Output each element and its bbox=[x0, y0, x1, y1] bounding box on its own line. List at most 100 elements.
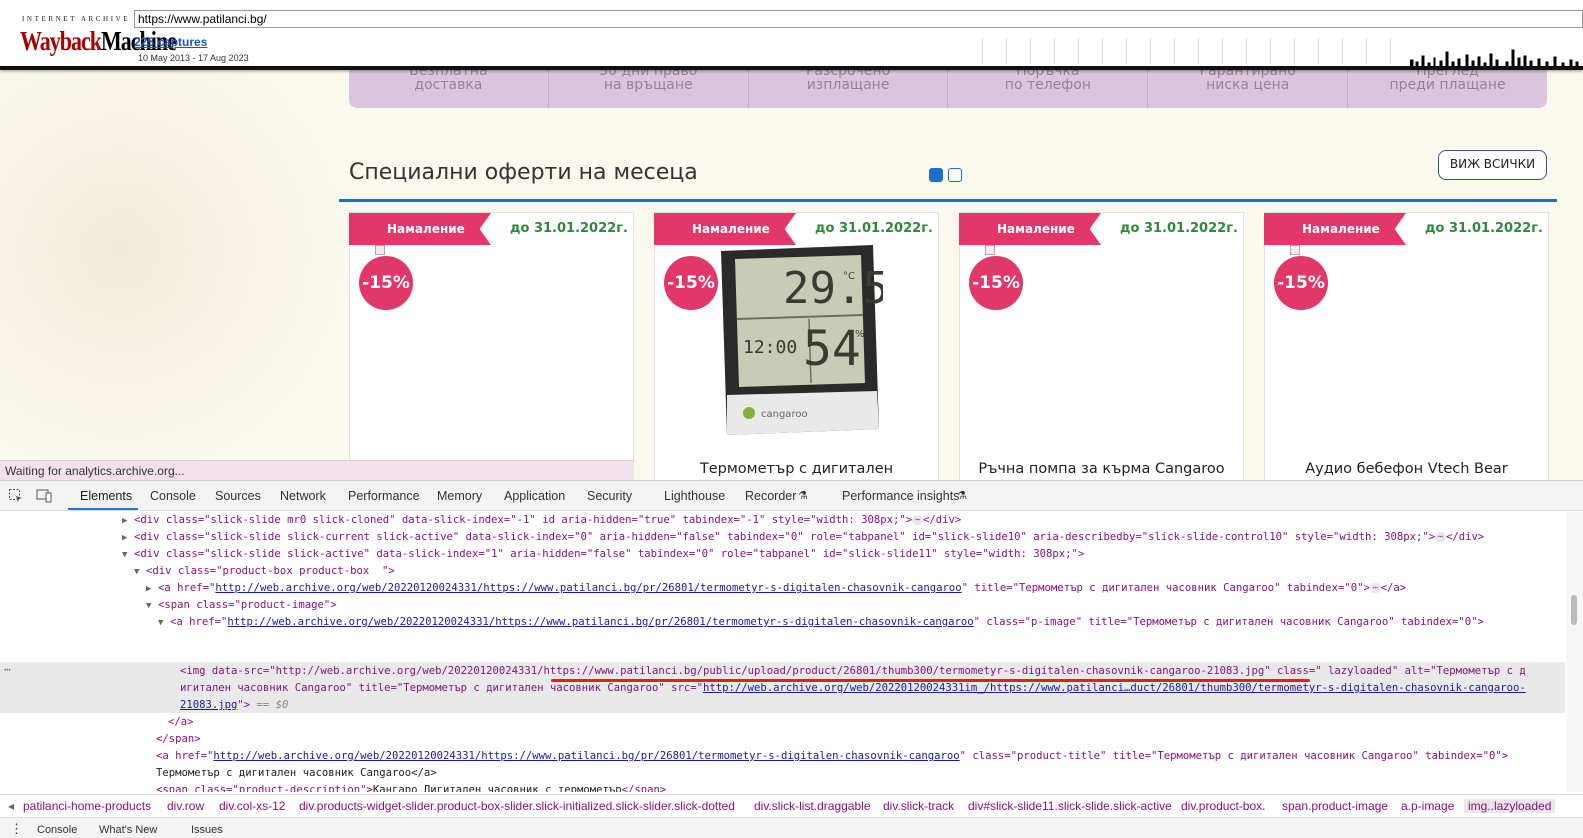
active-tab-indicator bbox=[68, 508, 138, 510]
dom-node[interactable]: ▶ <div class="slick-slide mr0 slick-clone… bbox=[122, 512, 961, 529]
tab-performance[interactable]: Performance bbox=[348, 489, 420, 503]
tab-elements[interactable]: Elements bbox=[80, 489, 132, 503]
drawer-tab-console[interactable]: Console bbox=[37, 824, 77, 836]
tab-memory[interactable]: Memory bbox=[437, 489, 482, 503]
dom-node-close[interactable]: </span> bbox=[156, 731, 201, 748]
thermometer-product-image[interactable]: 29.5 °C 12:00 54 % cangaroo bbox=[713, 245, 883, 437]
tab-sources[interactable]: Sources bbox=[215, 489, 261, 503]
svg-text:°C: °C bbox=[843, 271, 855, 282]
slider-dot-active[interactable] bbox=[929, 168, 943, 182]
dom-node[interactable]: ▶ <a href="http://web.archive.org/web/202… bbox=[146, 580, 1406, 597]
capture-timeline[interactable] bbox=[982, 38, 1402, 64]
expand-arrow-icon: ▶ bbox=[122, 516, 128, 526]
inspect-element-icon[interactable] bbox=[8, 488, 24, 504]
collapse-arrow-icon: ▼ bbox=[158, 618, 164, 628]
flask-icon: ⚗ bbox=[957, 490, 967, 502]
loading-status-bar: Waiting for analytics.archive.org... bbox=[0, 460, 634, 480]
sale-until-date: до 31.01.2022г. bbox=[1425, 221, 1543, 236]
devtools-panel: Elements Console Sources Network Perform… bbox=[0, 480, 1583, 838]
broken-image-icon bbox=[985, 245, 995, 255]
tab-network[interactable]: Network bbox=[280, 489, 326, 503]
dom-node[interactable]: ▶ <div class="slick-slide slick-current s… bbox=[122, 529, 1484, 546]
svg-text:54: 54 bbox=[803, 321, 861, 377]
slider-dot[interactable] bbox=[948, 168, 962, 182]
dom-node[interactable]: ▼ <a href="http://web.archive.org/web/202… bbox=[158, 614, 1484, 631]
discount-badge: -15% bbox=[969, 256, 1023, 310]
node-actions-icon[interactable]: ⋯ bbox=[4, 662, 11, 679]
svg-text:29.5: 29.5 bbox=[783, 263, 883, 314]
collapse-arrow-icon: ▼ bbox=[122, 550, 128, 560]
collapse-arrow-icon: ▼ bbox=[134, 567, 140, 577]
internet-archive-label: INTERNET ARCHIVE bbox=[22, 15, 131, 23]
svg-text:%: % bbox=[855, 329, 865, 340]
dom-node-close[interactable]: </a> bbox=[168, 714, 194, 731]
devtools-tabbar: Elements Console Sources Network Perform… bbox=[0, 481, 1583, 511]
title-divider bbox=[339, 199, 1557, 202]
tab-security[interactable]: Security bbox=[587, 489, 632, 503]
flask-icon: ⚗ bbox=[798, 490, 808, 502]
broken-image-icon bbox=[375, 245, 385, 255]
discount-badge: -15% bbox=[359, 256, 413, 310]
breadcrumb-item[interactable]: div.slick-track bbox=[883, 799, 954, 813]
breadcrumb-item[interactable]: patilanci-home-products bbox=[23, 799, 151, 813]
drawer-tab-issues[interactable]: Issues bbox=[191, 824, 223, 836]
product-card[interactable]: Намаление до 31.01.2022г. -15% bbox=[349, 212, 634, 480]
breadcrumb-item[interactable]: a.p-image bbox=[1401, 799, 1454, 813]
product-card[interactable]: Намаление до 31.01.2022г. 29.5 °C 12:00 … bbox=[654, 212, 939, 480]
tab-console[interactable]: Console bbox=[150, 489, 196, 503]
captures-link[interactable]: 225 captures bbox=[134, 35, 207, 49]
dom-text-node[interactable]: Термометър с дигитален часовник Cangaroo… bbox=[156, 765, 437, 782]
breadcrumb-item[interactable]: span.product-image bbox=[1282, 799, 1388, 813]
dom-node-selected-cont[interactable]: 21083.jpg"> == $0 bbox=[180, 697, 288, 714]
discount-badge: -15% bbox=[1274, 256, 1328, 310]
breadcrumb-item[interactable]: div.slick-list.draggable bbox=[754, 799, 871, 813]
section-title: Специални оферти на месеца bbox=[349, 160, 698, 185]
collapse-arrow-icon: ▼ bbox=[146, 601, 152, 611]
breadcrumb-scroll-left-icon[interactable]: ◂ bbox=[8, 799, 14, 813]
wayback-toolbar: INTERNET ARCHIVE WaybackMachine 225 capt… bbox=[0, 0, 1583, 70]
breadcrumb: ◂ patilanci-home-products div.row div.co… bbox=[0, 794, 1583, 816]
dom-node[interactable]: ▼ <div class="slick-slide slick-active" d… bbox=[122, 546, 1084, 563]
breadcrumb-item[interactable]: div.products-widget-slider.product-box-s… bbox=[299, 799, 735, 813]
web-page-viewport: Безплатна доставка 30 дни право на връща… bbox=[0, 0, 1583, 480]
drawer-menu-icon[interactable]: ⋮ bbox=[10, 821, 23, 837]
product-card[interactable]: Намаление до 31.01.2022г. -15% Ръчна пом… bbox=[959, 212, 1244, 480]
breadcrumb-item-current[interactable]: img..lazyloaded bbox=[1464, 799, 1556, 813]
dom-node-selected-cont[interactable]: игитален часовник Cangaroo" title="Термо… bbox=[180, 680, 1526, 697]
expand-arrow-icon: ▶ bbox=[122, 533, 128, 543]
scrollbar-thumb[interactable] bbox=[1571, 595, 1577, 625]
tab-lighthouse[interactable]: Lighthouse bbox=[664, 489, 725, 503]
svg-text:cangaroo: cangaroo bbox=[761, 409, 808, 420]
breadcrumb-item[interactable]: div#slick-slide11.slick-slide.slick-acti… bbox=[968, 799, 1172, 813]
dom-node[interactable]: ▼ <div class="product-box product-box "> bbox=[134, 563, 395, 580]
discount-badge: -15% bbox=[664, 256, 718, 310]
wayback-url-input[interactable] bbox=[134, 10, 1583, 28]
capture-sparkline[interactable] bbox=[1410, 40, 1583, 66]
tab-application[interactable]: Application bbox=[504, 489, 565, 503]
dom-node[interactable]: <a href="http://web.archive.org/web/2022… bbox=[156, 748, 1508, 765]
red-annotation-underline bbox=[551, 679, 1310, 682]
product-card[interactable]: Намаление до 31.01.2022г. -15% Аудио беб… bbox=[1264, 212, 1549, 480]
breadcrumb-item[interactable]: div.col-xs-12 bbox=[219, 799, 285, 813]
drawer-tab-whats-new[interactable]: What's New bbox=[99, 824, 157, 836]
see-all-button[interactable]: ВИЖ ВСИЧКИ bbox=[1438, 150, 1547, 180]
device-toolbar-icon[interactable] bbox=[36, 488, 52, 504]
tab-recorder[interactable]: Recorder bbox=[745, 489, 796, 503]
slider-dots bbox=[929, 167, 967, 186]
dom-node[interactable]: <span class="product-description">Кангар… bbox=[156, 782, 666, 792]
sale-until-date: до 31.01.2022г. bbox=[1120, 221, 1238, 236]
dom-node-selected[interactable]: <img data-src="http://web.archive.org/we… bbox=[180, 663, 1526, 680]
devtools-drawer: ⋮ Console What's New Issues bbox=[0, 817, 1583, 838]
sale-badge: Намаление bbox=[349, 213, 491, 245]
broken-image-icon bbox=[1290, 245, 1300, 255]
product-title[interactable]: Термометър с дигитален bbox=[655, 461, 938, 477]
tab-performance-insights[interactable]: Performance insights bbox=[842, 489, 959, 503]
product-title[interactable]: Ръчна помпа за кърма Cangaroo bbox=[960, 461, 1243, 477]
sale-until-date: до 31.01.2022г. bbox=[510, 221, 628, 236]
product-title[interactable]: Аудио бебефон Vtech Bear bbox=[1265, 461, 1548, 477]
breadcrumb-item[interactable]: div.product-box. bbox=[1181, 799, 1266, 813]
ellipsis-icon: ⋯ bbox=[1435, 532, 1446, 542]
dom-tree-scrollbar[interactable] bbox=[1566, 512, 1583, 792]
dom-node[interactable]: ▼ <span class="product-image"> bbox=[146, 597, 337, 614]
breadcrumb-item[interactable]: div.row bbox=[167, 799, 204, 813]
